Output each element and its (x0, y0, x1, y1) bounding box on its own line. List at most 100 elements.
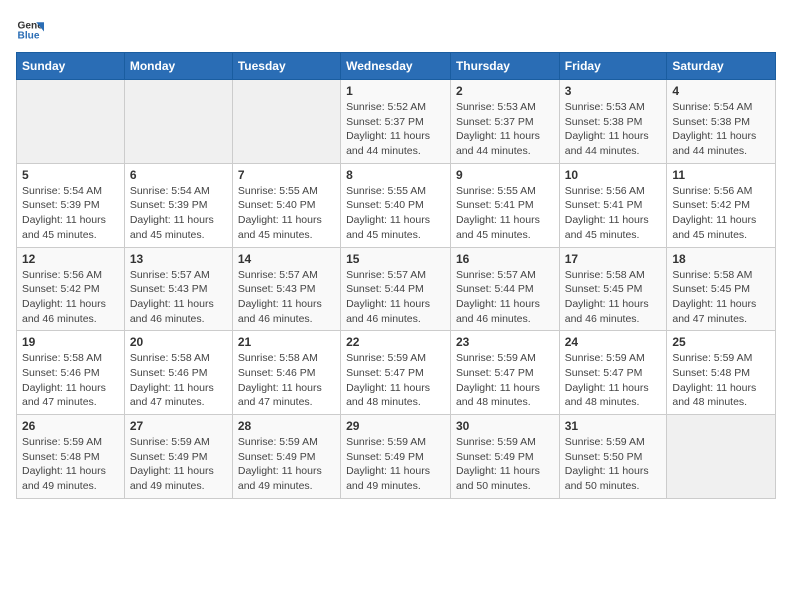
day-info: Sunrise: 5:56 AMSunset: 5:41 PMDaylight:… (565, 184, 662, 243)
logo: General Blue (16, 16, 44, 44)
day-cell: 13 Sunrise: 5:57 AMSunset: 5:43 PMDayligh… (124, 247, 232, 331)
day-info: Sunrise: 5:59 AMSunset: 5:47 PMDaylight:… (565, 351, 662, 410)
header-cell-friday: Friday (559, 53, 667, 80)
day-number: 30 (456, 419, 554, 433)
day-number: 4 (672, 84, 770, 98)
header-cell-wednesday: Wednesday (341, 53, 451, 80)
header-row: SundayMondayTuesdayWednesdayThursdayFrid… (17, 53, 776, 80)
day-cell: 5 Sunrise: 5:54 AMSunset: 5:39 PMDaylight… (17, 163, 125, 247)
day-number: 22 (346, 335, 445, 349)
day-info: Sunrise: 5:58 AMSunset: 5:45 PMDaylight:… (565, 268, 662, 327)
day-cell: 18Sunrise: 5:58 AMSunset: 5:45 PMDayligh… (667, 247, 776, 331)
day-number: 14 (238, 252, 335, 266)
day-number: 28 (238, 419, 335, 433)
day-info: Sunrise: 5:59 AMSunset: 5:49 PMDaylight:… (130, 435, 227, 494)
day-info: Sunrise: 5:59 AMSunset: 5:47 PMDaylight:… (456, 351, 554, 410)
day-number: 2 (456, 84, 554, 98)
day-cell: 6Sunrise: 5:54 AMSunset: 5:39 PMDaylight… (124, 163, 232, 247)
header-cell-saturday: Saturday (667, 53, 776, 80)
day-info: Sunrise: 5:59 AMSunset: 5:49 PMDaylight:… (346, 435, 445, 494)
day-cell: 2Sunrise: 5:53 AMSunset: 5:37 PMDaylight… (450, 80, 559, 164)
day-cell: 19 Sunrise: 5:58 AMSunset: 5:46 PMDayligh… (17, 331, 125, 415)
day-info: Sunrise: 5:55 AMSunset: 5:41 PMDaylight:… (456, 184, 554, 243)
day-info: Sunrise: 5:54 AMSunset: 5:39 PMDaylight:… (22, 184, 119, 243)
day-info: Sunrise: 5:55 AMSunset: 5:40 PMDaylight:… (346, 184, 445, 243)
day-cell: 8Sunrise: 5:55 AMSunset: 5:40 PMDaylight… (341, 163, 451, 247)
day-number: 17 (565, 252, 662, 266)
day-cell: 4 Sunrise: 5:54 AMSunset: 5:38 PMDaylight… (667, 80, 776, 164)
day-info: Sunrise: 5:59 AMSunset: 5:49 PMDaylight:… (238, 435, 335, 494)
day-cell: 16 Sunrise: 5:57 AMSunset: 5:44 PMDayligh… (450, 247, 559, 331)
day-number: 12 (22, 252, 119, 266)
day-number: 6 (130, 168, 227, 182)
day-info: Sunrise: 5:58 AMSunset: 5:45 PMDaylight:… (672, 268, 770, 327)
day-info: Sunrise: 5:58 AMSunset: 5:46 PMDaylight:… (22, 351, 119, 410)
day-cell: 30 Sunrise: 5:59 AMSunset: 5:49 PMDayligh… (450, 415, 559, 499)
day-number: 1 (346, 84, 445, 98)
day-cell: 29 Sunrise: 5:59 AMSunset: 5:49 PMDayligh… (341, 415, 451, 499)
day-cell: 9 Sunrise: 5:55 AMSunset: 5:41 PMDaylight… (450, 163, 559, 247)
day-number: 19 (22, 335, 119, 349)
day-info: Sunrise: 5:59 AMSunset: 5:48 PMDaylight:… (22, 435, 119, 494)
day-cell: 23 Sunrise: 5:59 AMSunset: 5:47 PMDayligh… (450, 331, 559, 415)
day-cell: 24 Sunrise: 5:59 AMSunset: 5:47 PMDayligh… (559, 331, 667, 415)
header-cell-thursday: Thursday (450, 53, 559, 80)
svg-text:Blue: Blue (18, 31, 40, 42)
page-header: General Blue (16, 16, 776, 44)
day-info: Sunrise: 5:56 AMSunset: 5:42 PMDaylight:… (22, 268, 119, 327)
day-number: 26 (22, 419, 119, 433)
day-info: Sunrise: 5:57 AMSunset: 5:44 PMDaylight:… (456, 268, 554, 327)
day-cell: 11 Sunrise: 5:56 AMSunset: 5:42 PMDayligh… (667, 163, 776, 247)
day-info: Sunrise: 5:57 AMSunset: 5:44 PMDaylight:… (346, 268, 445, 327)
day-number: 27 (130, 419, 227, 433)
day-cell (17, 80, 125, 164)
day-info: Sunrise: 5:59 AMSunset: 5:48 PMDaylight:… (672, 351, 770, 410)
day-number: 25 (672, 335, 770, 349)
day-cell: 17 Sunrise: 5:58 AMSunset: 5:45 PMDayligh… (559, 247, 667, 331)
day-cell: 31 Sunrise: 5:59 AMSunset: 5:50 PMDayligh… (559, 415, 667, 499)
day-cell: 15 Sunrise: 5:57 AMSunset: 5:44 PMDayligh… (341, 247, 451, 331)
day-number: 31 (565, 419, 662, 433)
day-info: Sunrise: 5:54 AMSunset: 5:38 PMDaylight:… (672, 100, 770, 159)
day-number: 3 (565, 84, 662, 98)
day-number: 20 (130, 335, 227, 349)
day-info: Sunrise: 5:59 AMSunset: 5:47 PMDaylight:… (346, 351, 445, 410)
day-info: Sunrise: 5:57 AMSunset: 5:43 PMDaylight:… (238, 268, 335, 327)
day-number: 11 (672, 168, 770, 182)
week-row-5: 26 Sunrise: 5:59 AMSunset: 5:48 PMDayligh… (17, 415, 776, 499)
logo-icon: General Blue (16, 16, 44, 44)
day-cell: 7Sunrise: 5:55 AMSunset: 5:40 PMDaylight… (232, 163, 340, 247)
header-cell-tuesday: Tuesday (232, 53, 340, 80)
day-cell: 26 Sunrise: 5:59 AMSunset: 5:48 PMDayligh… (17, 415, 125, 499)
day-info: Sunrise: 5:56 AMSunset: 5:42 PMDaylight:… (672, 184, 770, 243)
day-cell: 3 Sunrise: 5:53 AMSunset: 5:38 PMDaylight… (559, 80, 667, 164)
day-number: 7 (238, 168, 335, 182)
day-number: 24 (565, 335, 662, 349)
day-number: 5 (22, 168, 119, 182)
day-cell: 14 Sunrise: 5:57 AMSunset: 5:43 PMDayligh… (232, 247, 340, 331)
day-number: 9 (456, 168, 554, 182)
header-cell-monday: Monday (124, 53, 232, 80)
day-cell: 22 Sunrise: 5:59 AMSunset: 5:47 PMDayligh… (341, 331, 451, 415)
day-number: 16 (456, 252, 554, 266)
day-number: 23 (456, 335, 554, 349)
week-row-2: 5 Sunrise: 5:54 AMSunset: 5:39 PMDaylight… (17, 163, 776, 247)
week-row-4: 19 Sunrise: 5:58 AMSunset: 5:46 PMDayligh… (17, 331, 776, 415)
day-cell (124, 80, 232, 164)
day-info: Sunrise: 5:52 AMSunset: 5:37 PMDaylight:… (346, 100, 445, 159)
day-info: Sunrise: 5:53 AMSunset: 5:38 PMDaylight:… (565, 100, 662, 159)
day-info: Sunrise: 5:59 AMSunset: 5:49 PMDaylight:… (456, 435, 554, 494)
day-number: 13 (130, 252, 227, 266)
day-info: Sunrise: 5:59 AMSunset: 5:50 PMDaylight:… (565, 435, 662, 494)
day-cell: 10 Sunrise: 5:56 AMSunset: 5:41 PMDayligh… (559, 163, 667, 247)
day-number: 15 (346, 252, 445, 266)
day-number: 10 (565, 168, 662, 182)
day-cell: 1 Sunrise: 5:52 AMSunset: 5:37 PMDaylight… (341, 80, 451, 164)
day-number: 21 (238, 335, 335, 349)
day-info: Sunrise: 5:57 AMSunset: 5:43 PMDaylight:… (130, 268, 227, 327)
day-cell: 28 Sunrise: 5:59 AMSunset: 5:49 PMDayligh… (232, 415, 340, 499)
day-cell: 20 Sunrise: 5:58 AMSunset: 5:46 PMDayligh… (124, 331, 232, 415)
day-number: 29 (346, 419, 445, 433)
day-info: Sunrise: 5:58 AMSunset: 5:46 PMDaylight:… (130, 351, 227, 410)
week-row-1: 1 Sunrise: 5:52 AMSunset: 5:37 PMDaylight… (17, 80, 776, 164)
